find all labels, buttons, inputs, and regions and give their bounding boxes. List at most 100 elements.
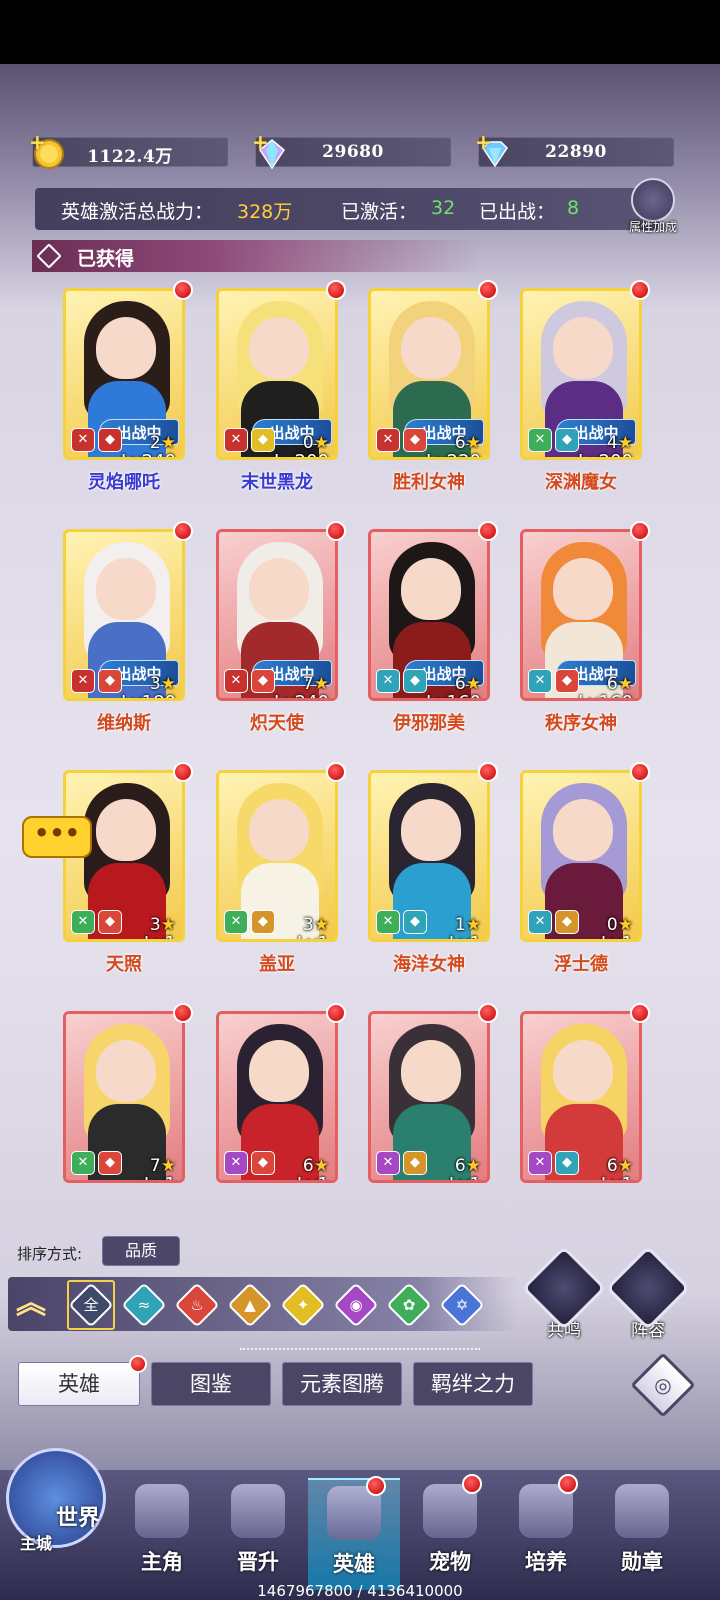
hero-elements: ✕ ◆ [376, 910, 427, 934]
nav-cultivate[interactable]: 培养 [500, 1474, 592, 1590]
notification-dot [173, 762, 193, 782]
element-icon: ◆ [555, 910, 579, 934]
hero-card-frame: Lv1 ✕ ◆ 6★ [216, 1011, 338, 1183]
hero-card[interactable]: 出战中 Lv160 ✕ ◆ 6★ 秩序女神 [520, 521, 650, 734]
tab-bond-power[interactable]: 羁绊之力 [413, 1362, 533, 1406]
power-label: 英雄激活总战力： [61, 201, 214, 223]
hero-stars: 3★ [150, 674, 176, 694]
element-icon: ◆ [403, 1151, 427, 1175]
star-icon: ★ [160, 433, 176, 453]
hero-card[interactable]: Lv1 ✕ ◆ 1★ 海洋女神 [368, 762, 498, 975]
tab-element-totem-label: 元素图腾 [300, 1372, 384, 1396]
star-count: 6 [454, 433, 466, 453]
star-icon: ★ [313, 915, 329, 935]
star-icon: ★ [617, 433, 633, 453]
nav-protagonist[interactable]: 主角 [116, 1478, 208, 1590]
progress-footer: 1467967800 / 4136410000 [257, 1582, 463, 1600]
world-button[interactable]: 世界 主城 [6, 1448, 116, 1558]
lineup-button[interactable]: 阵容 [605, 1245, 691, 1342]
crystal-currency[interactable]: + 29680 [252, 130, 451, 170]
star-icon: ★ [313, 674, 329, 694]
star-icon: ★ [465, 1156, 481, 1176]
star-icon: ★ [313, 1156, 329, 1176]
hero-card-frame: 出战中 Lv200 ✕ ◆ 4★ [520, 288, 642, 460]
medal-icon [615, 1484, 669, 1538]
hero-card-frame: 出战中 Lv160 ✕ ◆ 6★ [520, 529, 642, 701]
hero-stars: 6★ [303, 1156, 329, 1176]
tab-codex[interactable]: 图鉴 [151, 1362, 271, 1406]
hero-elements: ✕ ◆ [224, 910, 275, 934]
hero-stars: 7★ [303, 674, 329, 694]
section-header: 已获得 [32, 240, 482, 272]
hero-name: 盖亚 [259, 954, 295, 975]
protagonist-icon [135, 1484, 189, 1538]
hero-elements: ✕ ◆ [528, 910, 579, 934]
gold-currency[interactable]: + 1122.4万 [29, 130, 228, 169]
element-icon: ✕ [224, 669, 248, 693]
hero-elements: ✕ ◆ [224, 1151, 275, 1175]
tab-codex-label: 图鉴 [190, 1372, 232, 1396]
hero-card[interactable]: Lv1 ✕ ◆ 6★ [216, 1003, 346, 1183]
nav-medals[interactable]: 勋章 [596, 1478, 688, 1590]
hero-card[interactable]: Lv1 ✕ ◆ 7★ [63, 1003, 193, 1183]
nav-promotion-label: 晋升 [237, 1550, 279, 1574]
hero-card[interactable]: 出战中 Lv240 ✕ ◆ 2★ 灵焰哪吒 [63, 280, 193, 493]
nav-pets[interactable]: 宠物 [404, 1474, 496, 1590]
section-diamond-icon [36, 243, 62, 269]
chat-bubble-icon[interactable]: ••• [22, 816, 92, 858]
attribute-bonus-button[interactable]: 属性加成 [623, 178, 683, 234]
filter-all-icon: 全 [83, 1296, 99, 1314]
hero-stars: 0★ [607, 915, 633, 935]
nav-protagonist-label: 主角 [141, 1550, 183, 1574]
star-count: 2 [149, 433, 161, 453]
hero-card[interactable]: 出战中 Lv200 ✕ ◆ 4★ 深渊魔女 [520, 280, 650, 493]
hero-card[interactable]: 出战中 Lv160 ✕ ◆ 6★ 伊邪那美 [368, 521, 498, 734]
filter-fire-icon: ♨ [190, 1296, 204, 1314]
hero-name: 海洋女神 [393, 954, 465, 975]
element-icon: ◆ [98, 1151, 122, 1175]
hero-card[interactable]: 出战中 Lv180 ✕ ◆ 3★ 维纳斯 [63, 521, 193, 734]
hero-face [249, 1040, 309, 1102]
star-count: 4 [606, 433, 618, 453]
hero-face [249, 799, 309, 861]
tab-heroes[interactable]: 英雄 [18, 1355, 147, 1406]
star-count: 6 [606, 1156, 618, 1176]
hero-stars: 3★ [150, 915, 176, 935]
tab-element-totem[interactable]: 元素图腾 [282, 1362, 402, 1406]
hero-card-frame: 出战中 Lv240 ✕ ◆ 2★ [63, 288, 185, 460]
element-icon: ✕ [71, 910, 95, 934]
notification-dot [173, 280, 193, 300]
nav-heroes[interactable]: 英雄 [308, 1476, 400, 1590]
notification-dot [326, 280, 346, 300]
star-icon: ★ [465, 674, 481, 694]
sort-quality-button[interactable]: 品质 [102, 1236, 180, 1266]
hero-card[interactable]: Lv1 ✕ ◆ 3★ 盖亚 [216, 762, 346, 975]
resonance-button[interactable]: 共鸣 [521, 1245, 607, 1342]
nav-medals-label: 勋章 [621, 1550, 663, 1574]
hero-stars: 2★ [150, 433, 176, 453]
hero-stars: 7★ [150, 1156, 176, 1176]
notification-dot [326, 521, 346, 541]
hero-card[interactable]: 出战中 Lv240 ✕ ◆ 7★ 炽天使 [216, 521, 346, 734]
hero-card[interactable]: Lv1 ✕ ◆ 6★ [368, 1003, 498, 1183]
nav-promotion[interactable]: 晋升 [212, 1478, 304, 1590]
main-city-label: 主城 [20, 1534, 53, 1553]
expand-up-icon[interactable]: ︽ [8, 1286, 54, 1324]
activated-value: 32 [431, 197, 456, 219]
hero-card[interactable]: Lv1 ✕ ◆ 0★ 浮士德 [520, 762, 650, 975]
hero-card-frame: 出战中 Lv160 ✕ ◆ 6★ [368, 529, 490, 701]
hero-card[interactable]: 出战中 Lv220 ✕ ◆ 6★ 胜利女神 [368, 280, 498, 493]
notification-dot [326, 762, 346, 782]
star-icon: ★ [160, 915, 176, 935]
diamond-currency[interactable]: + 22890 [475, 130, 674, 168]
star-count: 0 [606, 915, 618, 935]
hero-elements: ✕ ◆ [71, 910, 122, 934]
star-count: 6 [302, 1156, 314, 1176]
hero-card[interactable]: 出战中 Lv200 ✕ ◆ 0★ 末世黑龙 [216, 280, 346, 493]
element-icon: ✕ [224, 428, 248, 452]
hero-card[interactable]: Lv1 ✕ ◆ 6★ [520, 1003, 650, 1183]
star-icon: ★ [160, 674, 176, 694]
hero-elements: ✕ ◆ [224, 428, 275, 452]
element-icon: ◆ [98, 428, 122, 452]
hero-elements: ✕ ◆ [528, 428, 579, 452]
